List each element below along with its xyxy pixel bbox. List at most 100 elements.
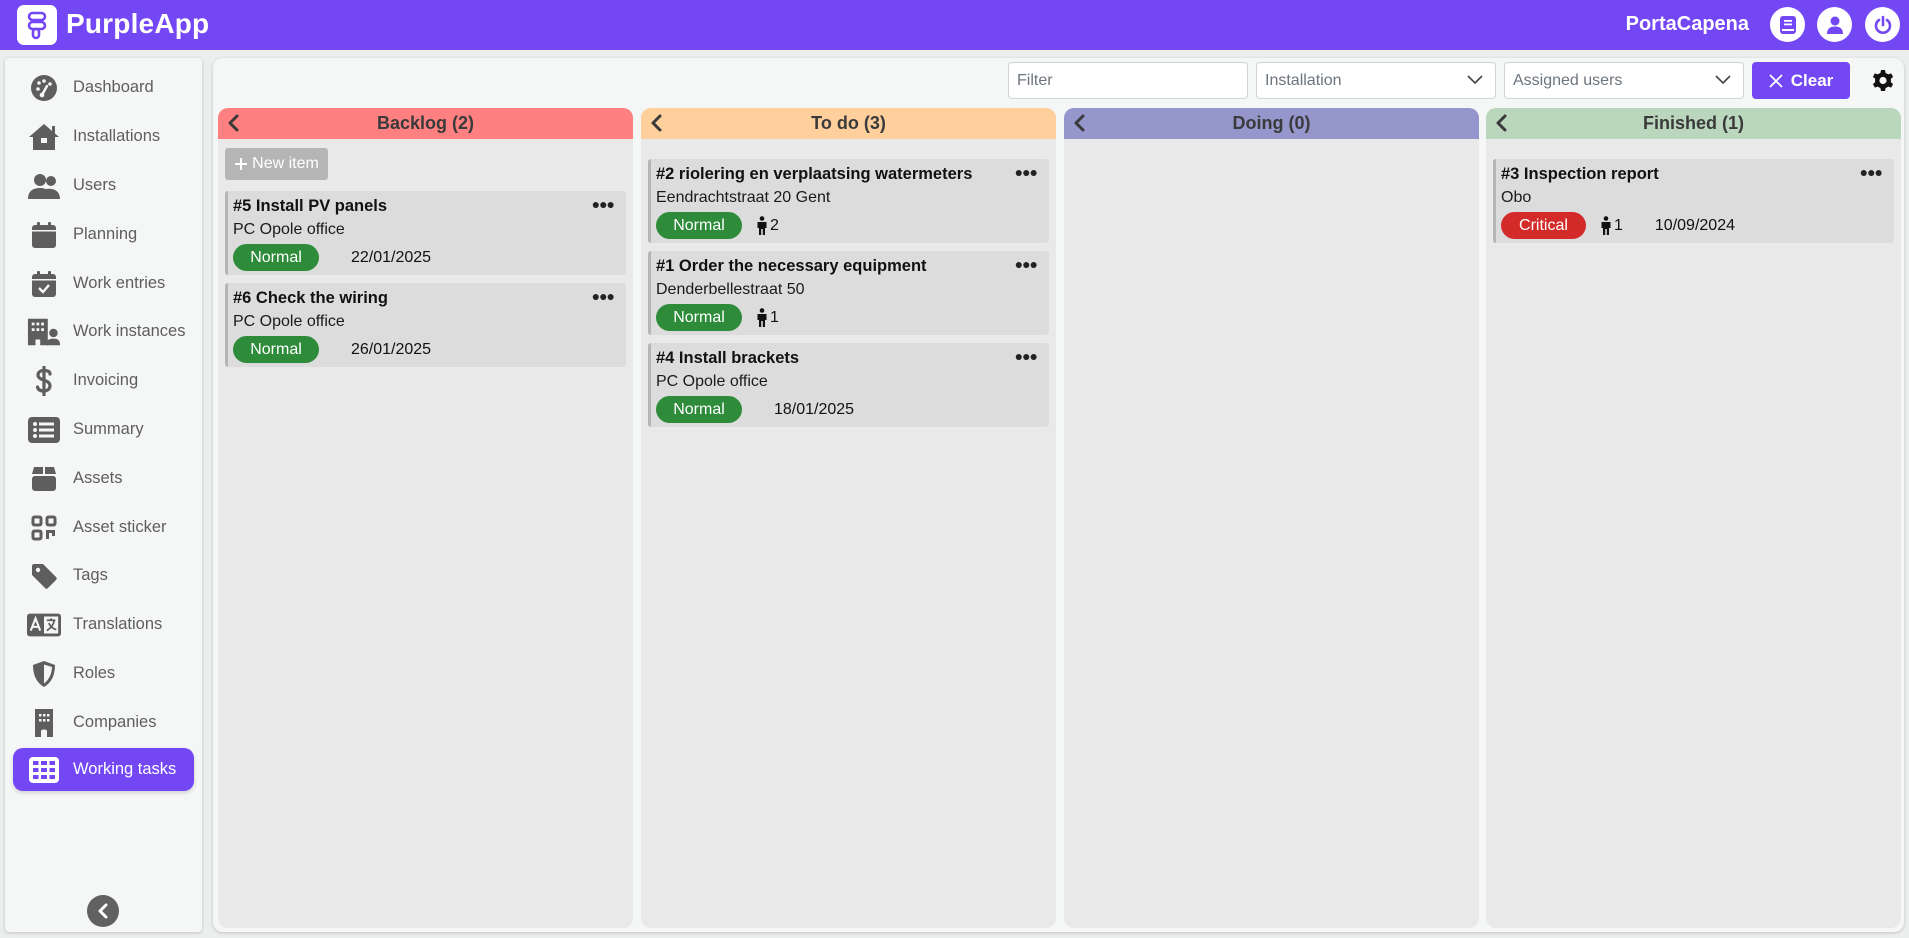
- main-panel: Installation Assigned users Clear Backlo…: [213, 58, 1904, 932]
- filter-input-wrapper[interactable]: [1008, 62, 1248, 99]
- column-header: Finished (1): [1486, 108, 1901, 139]
- column-header: Backlog (2): [218, 108, 633, 139]
- task-title: #5 Install PV panels: [233, 197, 388, 215]
- more-options-icon[interactable]: ●●●: [1015, 348, 1038, 364]
- sidebar-item-work-instances[interactable]: Work instances: [13, 310, 194, 353]
- person-icon: [1601, 215, 1611, 235]
- list-icon: [27, 416, 61, 444]
- sidebar-item-installations[interactable]: Installations: [13, 115, 194, 158]
- task-card[interactable]: #1 Order the necessary equipment ●●● Den…: [648, 251, 1049, 335]
- priority-badge: Normal: [233, 336, 319, 363]
- more-options-icon[interactable]: ●●●: [592, 196, 615, 212]
- column-title: Finished (1): [1642, 113, 1744, 133]
- task-location: Eendrachtstraat 20 Gent: [656, 189, 831, 206]
- sidebar-item-planning[interactable]: Planning: [13, 213, 194, 256]
- sidebar-item-label: Invoicing: [73, 371, 139, 389]
- kanban-column-backlog: Backlog (2) New item #5 Install PV panel…: [218, 108, 633, 928]
- sidebar-item-asset-sticker[interactable]: Asset sticker: [13, 506, 194, 549]
- task-card[interactable]: #4 Install brackets ●●● PC Opole office …: [648, 343, 1049, 427]
- sidebar-item-invoicing[interactable]: Invoicing: [13, 359, 194, 402]
- kanban-column-finished: Finished (1) #3 Inspection report ●●● Ob…: [1486, 108, 1901, 928]
- more-options-icon[interactable]: ●●●: [1015, 164, 1038, 180]
- assigned-users: 1: [1600, 215, 1623, 236]
- task-location: Denderbellestraat 50: [656, 281, 805, 298]
- task-card[interactable]: #3 Inspection report ●●● Obo Critical 1 …: [1493, 159, 1894, 243]
- sidebar-item-label: Users: [73, 176, 117, 194]
- task-title: #3 Inspection report: [1501, 165, 1659, 183]
- task-location: PC Opole office: [656, 373, 768, 390]
- chevron-down-icon: [1467, 75, 1483, 85]
- sidebar-item-label: Asset sticker: [73, 518, 167, 536]
- assigned-users: 2: [756, 215, 779, 236]
- qrcode-icon: [27, 514, 61, 542]
- task-card[interactable]: #2 riolering en verplaatsing watermeters…: [648, 159, 1049, 243]
- gauge-icon: [27, 74, 61, 102]
- chevron-down-icon: [1715, 75, 1731, 85]
- logo-icon: [27, 11, 47, 40]
- sidebar-item-assets[interactable]: Assets: [13, 457, 194, 500]
- installation-select-placeholder: Installation: [1265, 71, 1342, 89]
- logout-button[interactable]: [1865, 7, 1900, 42]
- sidebar-item-roles[interactable]: Roles: [13, 652, 194, 695]
- sidebar-item-users[interactable]: Users: [13, 164, 194, 207]
- shield-icon: [27, 660, 61, 688]
- person-icon: [757, 307, 767, 327]
- person-icon: [757, 215, 767, 235]
- app-logo[interactable]: [17, 5, 57, 45]
- chevron-left-icon[interactable]: [224, 113, 244, 133]
- assigned-users-count: 1: [1614, 216, 1623, 234]
- profile-button[interactable]: [1817, 7, 1852, 42]
- sidebar-item-label: Translations: [73, 615, 163, 633]
- kanban-column-todo: To do (3) #2 riolering en verplaatsing w…: [641, 108, 1056, 928]
- calendar-icon: [27, 221, 61, 249]
- documentation-button[interactable]: [1770, 7, 1805, 42]
- sidebar-item-label: Work instances: [73, 322, 186, 340]
- installation-select[interactable]: Installation: [1256, 62, 1496, 99]
- more-options-icon[interactable]: ●●●: [1015, 256, 1038, 272]
- priority-badge: Normal: [656, 396, 742, 423]
- gear-icon[interactable]: [1871, 69, 1895, 93]
- sidebar-item-label: Assets: [73, 469, 123, 487]
- book-icon: [1779, 15, 1796, 34]
- priority-badge: Normal: [656, 212, 742, 239]
- sidebar-item-tags[interactable]: Tags: [13, 554, 194, 597]
- more-options-icon[interactable]: ●●●: [592, 288, 615, 304]
- task-date: 10/09/2024: [1654, 216, 1735, 234]
- more-options-icon[interactable]: ●●●: [1860, 164, 1883, 180]
- task-date: 26/01/2025: [351, 340, 432, 358]
- sidebar-item-summary[interactable]: Summary: [13, 408, 194, 451]
- top-bar: PurpleApp PortaCapena: [0, 0, 1909, 50]
- task-title: #4 Install brackets: [656, 349, 800, 367]
- task-card[interactable]: #6 Check the wiring ●●● PC Opole office …: [225, 283, 626, 367]
- assigned-users-select[interactable]: Assigned users: [1504, 62, 1744, 99]
- filter-input[interactable]: [1017, 71, 1239, 90]
- close-icon: [1769, 73, 1783, 88]
- collapse-sidebar-button[interactable]: [87, 895, 119, 927]
- priority-badge: Normal: [656, 304, 742, 331]
- new-item-button[interactable]: New item: [225, 148, 328, 180]
- new-item-label: New item: [252, 155, 319, 172]
- building-user-icon: [27, 318, 61, 346]
- task-location: PC Opole office: [233, 221, 345, 238]
- task-title: #2 riolering en verplaatsing watermeters: [656, 165, 973, 183]
- sidebar-item-companies[interactable]: Companies: [13, 701, 194, 744]
- language-icon: [27, 611, 61, 639]
- app-name: PurpleApp: [66, 8, 210, 39]
- assigned-users: 1: [756, 307, 779, 328]
- sidebar-item-dashboard[interactable]: Dashboard: [13, 66, 194, 109]
- sidebar-item-translations[interactable]: Translations: [13, 603, 194, 646]
- calendar-check-icon: [27, 270, 61, 298]
- sidebar-item-working-tasks[interactable]: Working tasks: [13, 748, 194, 791]
- sidebar-item-work-entries[interactable]: Work entries: [13, 262, 194, 305]
- sidebar-item-label: Roles: [73, 664, 116, 682]
- chevron-left-icon[interactable]: [647, 113, 667, 133]
- organization-name: PortaCapena: [1625, 13, 1749, 35]
- chevron-left-icon[interactable]: [1070, 113, 1090, 133]
- column-header: To do (3): [641, 108, 1056, 139]
- sidebar: Dashboard Installations Users Planning W…: [5, 58, 202, 932]
- task-card[interactable]: #5 Install PV panels ●●● PC Opole office…: [225, 191, 626, 275]
- sidebar-item-label: Work entries: [73, 274, 166, 292]
- kanban-column-doing: Doing (0): [1064, 108, 1479, 928]
- clear-filters-button[interactable]: Clear: [1752, 62, 1850, 99]
- chevron-left-icon[interactable]: [1492, 113, 1512, 133]
